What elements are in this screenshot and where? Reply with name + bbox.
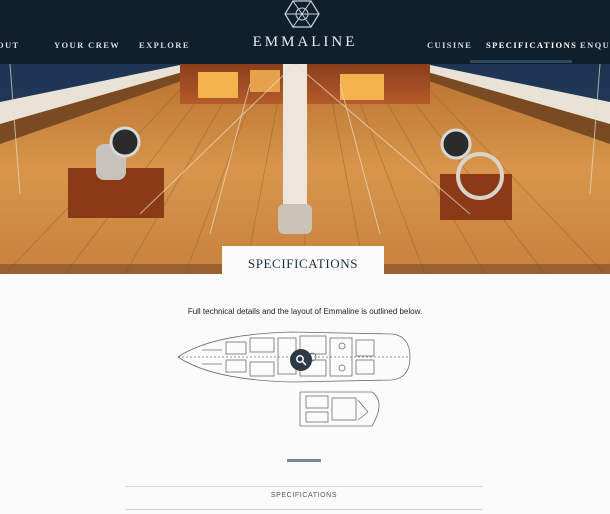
intro-text: Full technical details and the layout of… — [187, 307, 423, 316]
hero-image — [0, 64, 610, 274]
nav-about[interactable]: OUT — [0, 40, 20, 50]
nav-explore[interactable]: EXPLORE — [139, 40, 190, 50]
section-title: SPECIFICATIONS — [247, 256, 359, 271]
active-nav-indicator — [470, 60, 572, 63]
nav-specifications[interactable]: SPECIFICATIONS — [486, 40, 577, 50]
accordion-bottom-rule — [126, 509, 482, 510]
top-navigation: OUT YOUR CREW EXPLORE EMMALINE CUISINE S… — [0, 0, 610, 64]
compass-rose-icon[interactable] — [284, 0, 320, 28]
section-title-tab: SPECIFICATIONS — [222, 246, 384, 276]
nav-cuisine[interactable]: CUISINE — [427, 40, 472, 50]
search-icon — [296, 355, 307, 366]
deck-plan-drawing[interactable] — [172, 322, 422, 432]
section-divider — [287, 459, 321, 462]
specifications-accordion: SPECIFICATIONS — [126, 486, 482, 510]
zoom-button[interactable] — [290, 349, 312, 371]
nav-enquire[interactable]: ENQUIR — [580, 40, 610, 50]
nav-your-crew[interactable]: YOUR CREW — [54, 40, 120, 50]
brand-name[interactable]: EMMALINE — [200, 34, 410, 51]
accordion-header-specifications[interactable]: SPECIFICATIONS — [126, 487, 482, 503]
